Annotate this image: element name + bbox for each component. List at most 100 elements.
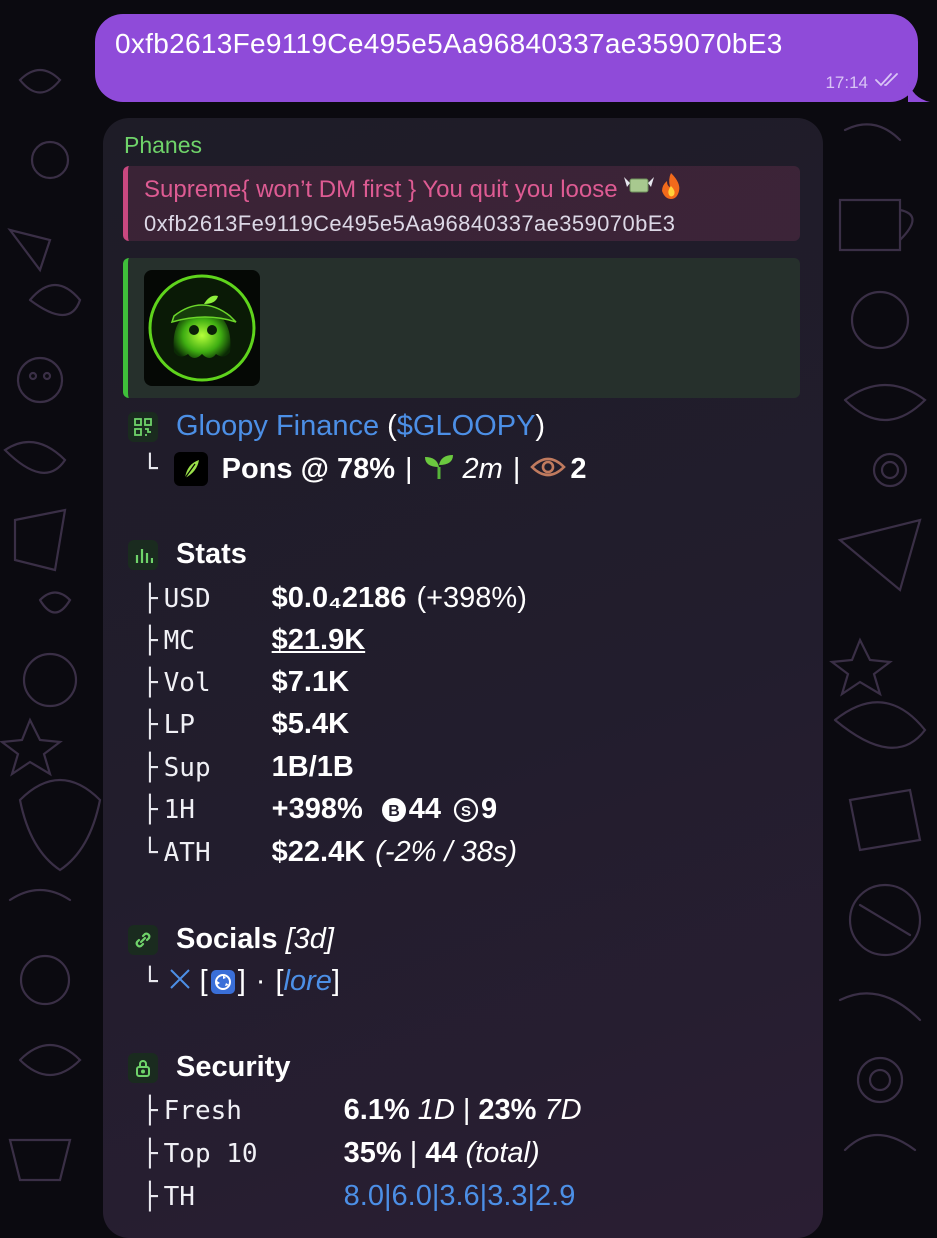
outgoing-message-text: 0xfb2613Fe9119Ce495e5Aa96840337ae359070b… bbox=[115, 28, 783, 59]
reply-text: 0xfb2613Fe9119Ce495e5Aa96840337ae359070b… bbox=[144, 211, 676, 236]
stat-value: 1B/1B bbox=[271, 751, 354, 783]
reply-title-text: Supreme{ won’t DM first } You quit you l… bbox=[144, 175, 618, 203]
period-label: 1D bbox=[417, 1094, 455, 1126]
tree-branch: ├ bbox=[142, 583, 158, 614]
lock-icon bbox=[128, 1052, 158, 1083]
paren-close: ) bbox=[535, 410, 546, 442]
fire-icon bbox=[660, 172, 682, 207]
recycle-icon[interactable] bbox=[210, 969, 236, 995]
stat-label: Fresh bbox=[163, 1095, 242, 1126]
separator: | bbox=[409, 1137, 418, 1169]
buy-count: 44 bbox=[408, 793, 442, 825]
bracket-close: ] bbox=[237, 965, 246, 997]
stat-row-vol: ├ Vol $7.1K bbox=[128, 666, 349, 699]
separator: | bbox=[462, 1094, 471, 1126]
stat-extra: (-2% / 38s) bbox=[375, 836, 517, 868]
pons-icon bbox=[173, 452, 208, 486]
tree-branch: ├ bbox=[142, 625, 158, 656]
stat-row-usd: ├ USD $0.0₄2186 (+398%) bbox=[128, 582, 527, 615]
stat-row-sup: ├ Sup 1B/1B bbox=[128, 751, 354, 784]
stat-label: TH bbox=[163, 1181, 195, 1212]
stat-label: ATH bbox=[163, 837, 211, 868]
security-row-top10: ├ Top 10 35% | 44 (total) bbox=[128, 1137, 540, 1170]
security-row-th: ├ TH 8.0|6.0|3.6|3.3|2.9 bbox=[128, 1180, 575, 1213]
stat-extra: (+398%) bbox=[416, 582, 527, 614]
seedling-icon bbox=[423, 453, 455, 486]
stat-value: $0.0₄2186 bbox=[271, 582, 407, 614]
tree-branch: └ bbox=[142, 966, 158, 997]
money-wings-icon bbox=[623, 173, 654, 206]
stat-label: MC bbox=[163, 625, 195, 656]
tree-branch: ├ bbox=[142, 1138, 158, 1169]
link-icon bbox=[128, 924, 158, 955]
stat-value: 6.1% bbox=[343, 1094, 410, 1126]
reply-quote[interactable]: Supreme{ won’t DM first } You quit you l… bbox=[123, 166, 800, 241]
token-header: Gloopy Finance ( $GLOOPY ) bbox=[128, 410, 545, 443]
period-label: 7D bbox=[544, 1094, 582, 1126]
stat-label: USD bbox=[163, 583, 211, 614]
double-check-icon bbox=[874, 72, 900, 93]
socials-header: Socials [3d] bbox=[128, 923, 334, 956]
tree-branch: ├ bbox=[142, 752, 158, 783]
outgoing-message-bubble[interactable]: 0xfb2613Fe9119Ce495e5Aa96840337ae359070b… bbox=[95, 14, 930, 102]
bubble-tail-icon bbox=[908, 80, 930, 102]
link-preview[interactable] bbox=[123, 258, 800, 398]
stat-row-lp: ├ LP $5.4K bbox=[128, 708, 349, 741]
lore-link[interactable]: lore bbox=[284, 965, 332, 998]
stat-label: 1H bbox=[163, 794, 195, 825]
token-subline: └ Pons @ 78% | 2m | 2 bbox=[128, 452, 587, 486]
market-cap-link[interactable]: $21.9K bbox=[272, 624, 366, 657]
qr-code-icon bbox=[128, 411, 158, 442]
reply-title: Supreme{ won’t DM first } You quit you l… bbox=[144, 172, 800, 207]
stat-value: $7.1K bbox=[271, 666, 350, 698]
stat-value: +398% bbox=[271, 793, 363, 825]
sell-count: 9 bbox=[481, 793, 498, 825]
stat-label: Top 10 bbox=[163, 1138, 258, 1169]
security-row-fresh: ├ Fresh 6.1% 1D | 23% 7D bbox=[128, 1094, 582, 1127]
token-ticker-link[interactable]: $GLOOPY bbox=[397, 410, 536, 443]
stats-title: Stats bbox=[176, 538, 247, 570]
eye-icon bbox=[530, 454, 567, 485]
view-count: 2 bbox=[570, 452, 587, 485]
period-label: (total) bbox=[465, 1137, 540, 1169]
tree-branch: ├ bbox=[142, 709, 158, 740]
stat-row-ath: └ ATH $22.4K (-2% / 38s) bbox=[128, 836, 517, 869]
svg-text:B: B bbox=[388, 803, 400, 820]
tree-branch: ├ bbox=[142, 667, 158, 698]
token-name-link[interactable]: Gloopy Finance bbox=[176, 410, 379, 443]
bracket-open: [ bbox=[199, 965, 208, 997]
stat-value: 44 bbox=[425, 1137, 458, 1169]
incoming-message-bubble[interactable]: Phanes Supreme{ won’t DM first } You qui… bbox=[103, 118, 823, 1238]
stat-row-1h: ├ 1H +398% B 44 S 9 bbox=[128, 793, 497, 826]
platform-progress: Pons @ 78% bbox=[221, 452, 395, 485]
x-logo-icon[interactable] bbox=[168, 967, 192, 996]
stat-value: 35% bbox=[343, 1137, 402, 1169]
stat-row-mc: ├ MC $21.9K bbox=[128, 624, 365, 657]
security-header: Security bbox=[128, 1051, 290, 1084]
bar-chart-icon bbox=[128, 539, 158, 570]
bracket-open: [ bbox=[275, 965, 284, 997]
stats-header: Stats bbox=[128, 538, 247, 571]
sells-icon: S bbox=[453, 797, 479, 823]
tree-branch: └ bbox=[142, 837, 158, 868]
buys-icon: B bbox=[381, 797, 407, 823]
tree-branch: └ bbox=[142, 454, 158, 484]
security-title: Security bbox=[176, 1051, 291, 1083]
message-time: 17:14 bbox=[825, 72, 868, 92]
tree-branch: ├ bbox=[142, 1181, 158, 1212]
socials-links: └ [ ] · [ lore ] bbox=[128, 965, 340, 998]
stat-label: LP bbox=[163, 709, 195, 740]
stat-value: $22.4K bbox=[271, 836, 366, 868]
socials-title: Socials bbox=[176, 923, 278, 955]
svg-text:S: S bbox=[461, 803, 471, 820]
socials-age: [3d] bbox=[285, 923, 334, 955]
sender-name[interactable]: Phanes bbox=[124, 132, 202, 159]
stat-label: Sup bbox=[163, 752, 211, 783]
dot-separator: · bbox=[255, 965, 266, 997]
token-logo-image[interactable] bbox=[144, 270, 260, 386]
paren-open: ( bbox=[387, 410, 397, 442]
stat-label: Vol bbox=[163, 667, 211, 698]
message-meta: 17:14 bbox=[825, 72, 900, 93]
top-holders-links[interactable]: 8.0|6.0|3.6|3.3|2.9 bbox=[344, 1180, 576, 1213]
separator: | bbox=[512, 452, 521, 485]
